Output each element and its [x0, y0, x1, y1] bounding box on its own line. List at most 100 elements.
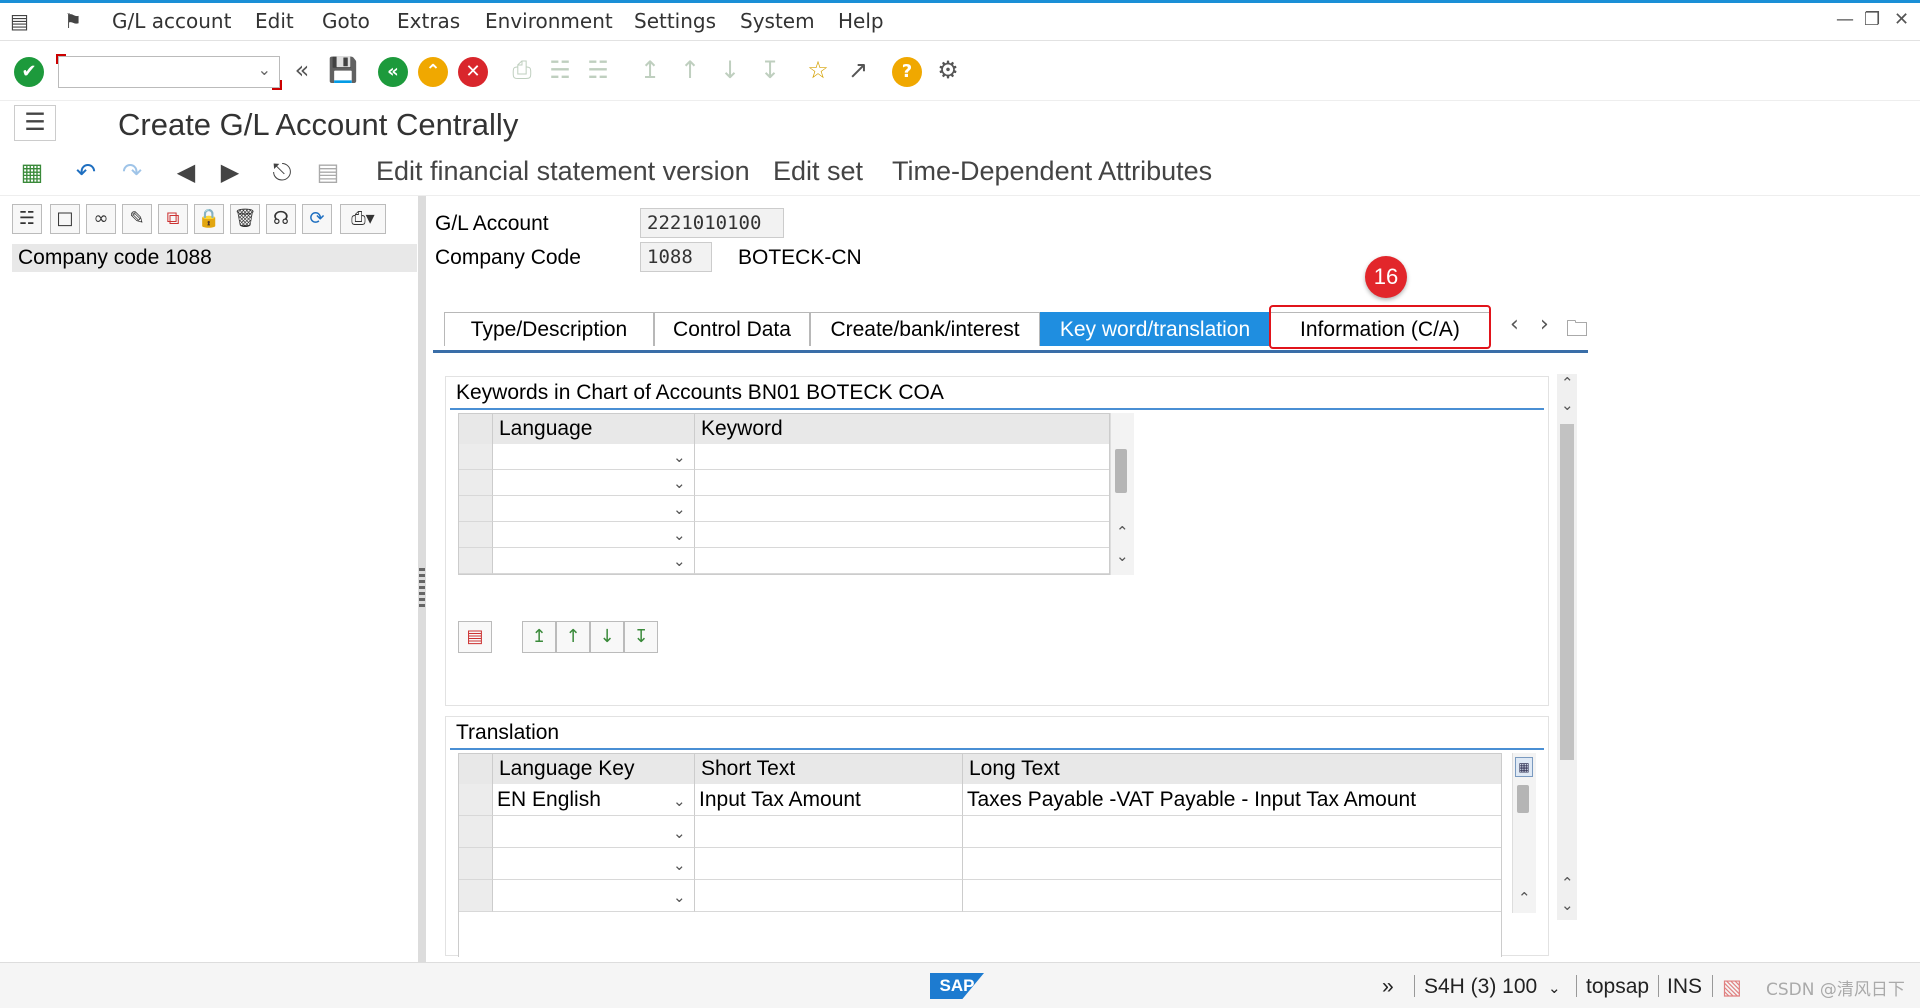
chevron-down-icon[interactable]: ⌄: [673, 856, 686, 874]
find-next-icon[interactable]: ☵: [584, 55, 612, 85]
translation-row-selector[interactable]: [459, 848, 493, 880]
cancel-icon[interactable]: ✕: [458, 57, 488, 87]
keywords-keyword-cell[interactable]: [695, 496, 1109, 522]
double-chevron-left-icon[interactable]: «: [288, 55, 316, 85]
keywords-language-cell[interactable]: [493, 444, 695, 470]
chevron-down-icon[interactable]: ⌄: [673, 552, 686, 570]
next-page-icon[interactable]: ↓: [716, 55, 744, 85]
close-window-icon[interactable]: ✕: [1894, 9, 1909, 30]
chevron-down-icon[interactable]: ⌄: [673, 448, 686, 466]
gl-account-field[interactable]: 2221010100: [640, 208, 784, 238]
time-dependent-attributes-button[interactable]: Time-Dependent Attributes: [892, 156, 1212, 187]
keywords-keyword-cell[interactable]: [695, 470, 1109, 496]
tab-type-description[interactable]: Type/Description: [444, 312, 654, 346]
translation-long-text-cell[interactable]: [963, 848, 1501, 880]
translation-language-key-cell[interactable]: [493, 848, 695, 880]
splitter-grip[interactable]: [419, 568, 425, 608]
keywords-row-selector[interactable]: [459, 444, 493, 470]
panel-splitter[interactable]: [418, 196, 426, 962]
tab-list-icon[interactable]: 🗀: [1566, 312, 1588, 350]
tree-node-company-code[interactable]: Company code 1088: [12, 244, 417, 272]
translation-row-selector[interactable]: [459, 880, 493, 912]
menu-goto[interactable]: Goto: [322, 9, 370, 33]
save-icon[interactable]: 💾: [328, 55, 358, 85]
company-code-field[interactable]: 1088: [640, 242, 712, 272]
translation-select-all[interactable]: [459, 754, 493, 784]
print-menu-icon[interactable]: ⎙▾: [340, 204, 386, 234]
chevron-down-icon[interactable]: ⌄: [1548, 979, 1561, 997]
tab-scroll-right-icon[interactable]: ›: [1540, 312, 1549, 337]
enter-check-icon[interactable]: ✔: [14, 57, 44, 87]
keywords-keyword-cell[interactable]: [695, 444, 1109, 470]
print-icon[interactable]: ⎙: [508, 55, 536, 85]
performance-icon[interactable]: ▧: [1722, 975, 1742, 1000]
edit-financial-statement-version-button[interactable]: Edit financial statement version: [376, 156, 750, 187]
scroll-up-icon[interactable]: ⌃: [1561, 874, 1574, 892]
chevron-down-icon[interactable]: ⌄: [673, 500, 686, 518]
keywords-language-cell[interactable]: [493, 496, 695, 522]
translation-short-text-cell[interactable]: [695, 848, 963, 880]
keywords-scrollbar[interactable]: ⌃ ⌄: [1110, 413, 1134, 575]
translation-long-text-cell[interactable]: [963, 880, 1501, 912]
refresh-icon[interactable]: ⟳: [302, 204, 332, 234]
translation-language-key-cell[interactable]: [493, 880, 695, 912]
translation-language-key-cell[interactable]: [493, 816, 695, 848]
translation-short-text-cell[interactable]: Input Tax Amount: [695, 784, 963, 816]
next-icon[interactable]: ▶: [214, 156, 246, 188]
shortcut-icon[interactable]: ↗: [844, 55, 872, 85]
menu-environment[interactable]: Environment: [485, 9, 613, 33]
translation-scrollbar[interactable]: ▦ ⌃: [1512, 753, 1536, 913]
copy-icon[interactable]: ⧉: [158, 204, 188, 234]
headset-icon[interactable]: ☊: [266, 204, 296, 234]
insert-mode[interactable]: INS: [1667, 975, 1702, 999]
help-icon[interactable]: ?: [892, 57, 922, 87]
find-icon[interactable]: ☵: [546, 55, 574, 85]
edit-pencil-icon[interactable]: ✎: [122, 204, 152, 234]
scroll-down-icon[interactable]: ⌄: [1116, 547, 1129, 565]
previous-page-icon[interactable]: ↑: [676, 55, 704, 85]
exit-icon[interactable]: ⌃: [418, 57, 448, 87]
keywords-col-language[interactable]: Language: [493, 414, 695, 444]
menu-system[interactable]: System: [740, 9, 815, 33]
previous-icon[interactable]: ◀: [170, 156, 202, 188]
scroll-up-icon[interactable]: ⌃: [1116, 523, 1129, 541]
first-page-icon[interactable]: ↥: [522, 621, 556, 653]
chevron-down-icon[interactable]: ⌄: [258, 60, 271, 79]
tab-control-data[interactable]: Control Data: [654, 312, 810, 346]
edit-set-button[interactable]: Edit set: [773, 156, 863, 187]
translation-language-key-cell[interactable]: EN English: [493, 784, 695, 816]
menu-icon[interactable]: ▤: [10, 9, 29, 33]
next-page-icon[interactable]: ↓: [590, 621, 624, 653]
binoculars-icon[interactable]: ☵: [12, 204, 42, 234]
translation-long-text-cell[interactable]: Taxes Payable -VAT Payable - Input Tax A…: [963, 784, 1501, 816]
first-page-icon[interactable]: ↥: [636, 55, 664, 85]
scroll-down-icon[interactable]: ⌄: [1561, 896, 1574, 914]
hierarchy-icon[interactable]: ▦: [16, 156, 48, 188]
previous-page-icon[interactable]: ↑: [556, 621, 590, 653]
delete-row-icon[interactable]: ▤: [458, 621, 492, 653]
menu-extras[interactable]: Extras: [397, 9, 460, 33]
translation-row-selector[interactable]: [459, 784, 493, 816]
tab-key-word-translation[interactable]: Key word/translation: [1040, 312, 1270, 346]
translation-scroll-thumb[interactable]: [1517, 785, 1529, 813]
scroll-down-icon[interactable]: ⌄: [1561, 396, 1574, 414]
translation-short-text-cell[interactable]: [695, 880, 963, 912]
keywords-row-selector[interactable]: [459, 522, 493, 548]
keywords-keyword-cell[interactable]: [695, 522, 1109, 548]
translation-col-long-text[interactable]: Long Text: [963, 754, 1501, 784]
tab-create-bank-interest[interactable]: Create/bank/interest: [810, 312, 1040, 346]
keywords-language-cell[interactable]: [493, 470, 695, 496]
keywords-row-selector[interactable]: [459, 548, 493, 574]
back-icon[interactable]: «: [378, 57, 408, 87]
display-change-icon[interactable]: ⎋: [266, 156, 298, 188]
last-page-icon[interactable]: ↧: [756, 55, 784, 85]
keywords-scroll-thumb[interactable]: [1115, 449, 1127, 493]
menu-settings[interactable]: Settings: [634, 9, 716, 33]
keywords-row-selector[interactable]: [459, 470, 493, 496]
keywords-col-keyword[interactable]: Keyword: [695, 414, 1109, 444]
content-scroll-thumb[interactable]: [1560, 424, 1574, 760]
minimize-icon[interactable]: —: [1836, 9, 1854, 30]
new-session-icon[interactable]: ☆: [804, 55, 832, 85]
display-glasses-icon[interactable]: ∞: [86, 204, 116, 234]
system-info[interactable]: S4H (3) 100: [1424, 975, 1537, 999]
